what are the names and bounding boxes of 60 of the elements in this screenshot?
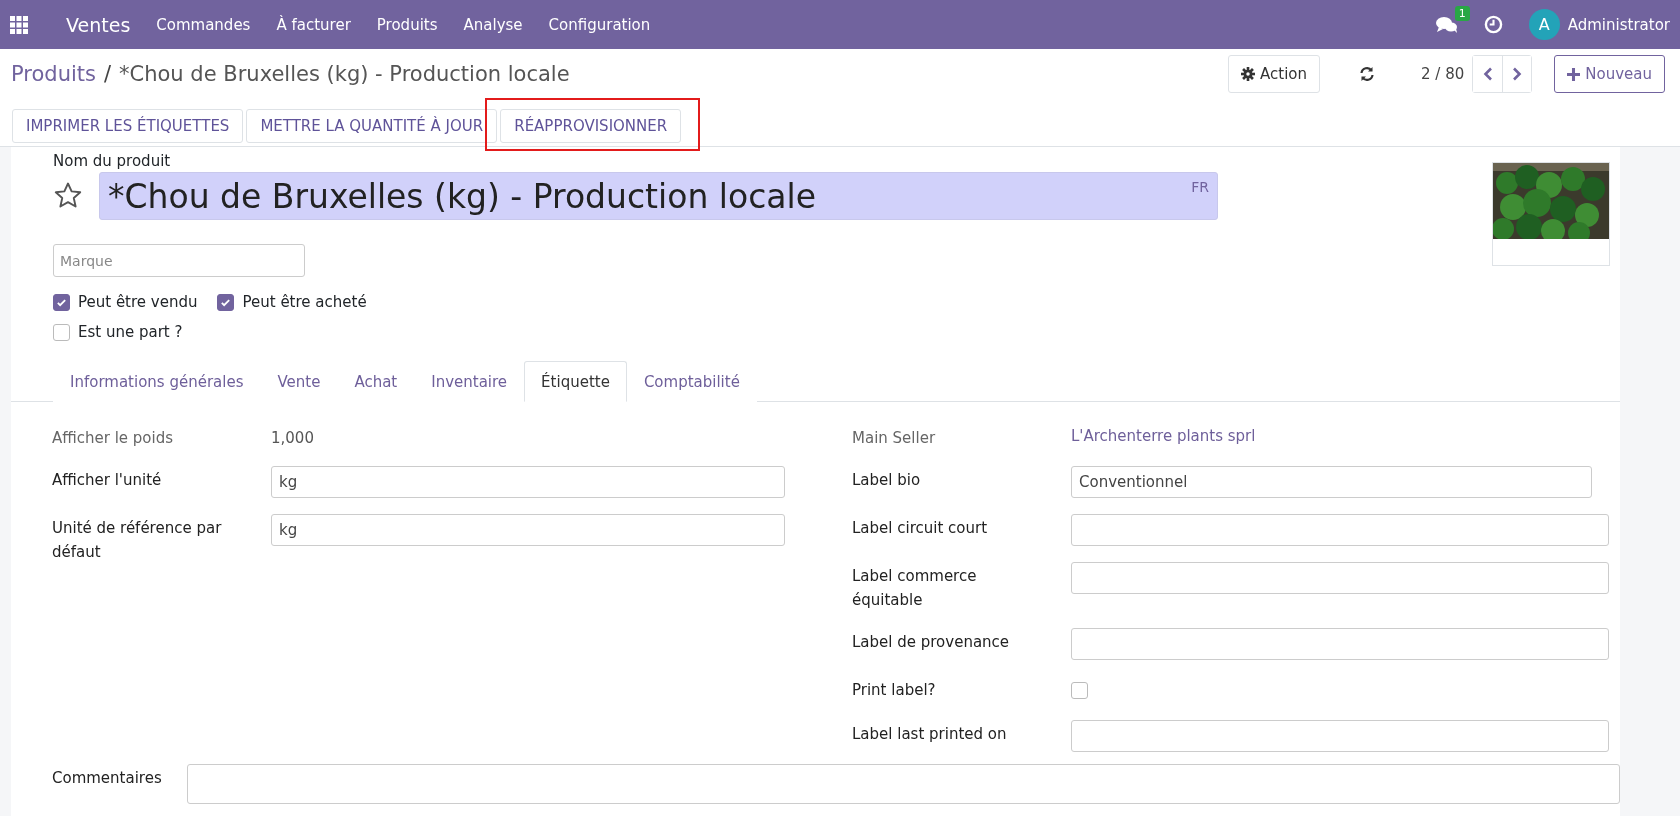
menu-item[interactable]: Configuration (548, 15, 651, 34)
comments-field[interactable] (187, 764, 1620, 804)
chevron-right-icon (1512, 67, 1523, 81)
field-label: Unité de référence par défaut (52, 518, 223, 563)
chat-icon[interactable] (1435, 15, 1458, 34)
user-avatar[interactable]: A (1528, 9, 1560, 40)
checkbox-label: Peut être vendu (78, 293, 198, 311)
menu-item[interactable]: Analyse (463, 15, 523, 34)
apps-grid-icon[interactable] (10, 15, 28, 34)
action-button[interactable]: IMPRIMER LES ÉTIQUETTES (12, 109, 244, 143)
clock-icon[interactable] (1483, 15, 1503, 34)
next-button[interactable] (1502, 56, 1532, 92)
pager-value: 2 / 80 (1421, 65, 1465, 83)
field-label: Label circuit court (852, 518, 989, 539)
breadcrumb-link[interactable]: Produits (11, 62, 96, 86)
breadcrumb-separator: / (103, 62, 112, 86)
input-field[interactable] (1071, 720, 1609, 752)
checkbox[interactable] (53, 293, 70, 311)
action-button[interactable]: RÉAPPROVISIONNER (500, 109, 682, 143)
field-label: Nom du produit (53, 152, 172, 170)
message-count: 1 (1454, 5, 1470, 21)
tab[interactable]: Étiquette (524, 361, 627, 402)
field-label: Label de provenance (852, 632, 1011, 653)
action-button[interactable]: Action (1228, 55, 1321, 93)
field-label: Label bio (852, 470, 922, 491)
input-field[interactable] (1071, 628, 1609, 660)
field-label: Label commerce équitable (852, 566, 978, 611)
checkbox[interactable] (53, 323, 70, 341)
field-label: Afficher l'unité (52, 470, 163, 491)
checkbox-label: Est une part ? (78, 323, 183, 341)
field-label: Print label? (852, 680, 937, 701)
checkbox[interactable] (1071, 681, 1088, 699)
action-button[interactable]: METTRE LA QUANTITÉ À JOUR (246, 109, 498, 143)
gear-icon (1241, 67, 1256, 81)
menu-item[interactable]: À facturer (276, 15, 351, 34)
chevron-left-icon (1482, 67, 1493, 81)
menu-item[interactable]: Produits (376, 15, 438, 34)
user-name[interactable]: Administrator (1567, 15, 1670, 34)
language-tag[interactable]: FR (1191, 179, 1209, 195)
refresh-icon[interactable] (1359, 66, 1376, 82)
input-field[interactable] (1071, 562, 1609, 594)
checkbox-label: Peut être acheté (242, 293, 367, 311)
app-name[interactable]: Ventes (66, 13, 131, 36)
field-label: Main Seller (852, 428, 937, 449)
field-label: Commentaires (52, 768, 163, 789)
input-field[interactable]: kg (271, 514, 785, 546)
new-button[interactable]: Nouveau (1554, 55, 1665, 93)
field-value: 1,000 (271, 428, 315, 449)
breadcrumb-current: *Chou de Bruxelles (kg) - Production locale (119, 62, 570, 86)
seller-link[interactable]: L'Archenterre plants sprl (1071, 425, 1256, 445)
checkbox[interactable] (217, 293, 235, 311)
brand-field[interactable]: Marque (53, 244, 305, 277)
select-field[interactable]: Conventionnel (1071, 466, 1593, 498)
plus-icon (1567, 67, 1581, 81)
input-field[interactable]: kg (271, 466, 785, 498)
field-label: Label last printed on (852, 724, 1008, 745)
input-field[interactable] (1071, 514, 1609, 546)
field-label: Afficher le poids (52, 428, 175, 449)
menu-item[interactable]: Commandes (156, 15, 251, 34)
product-name-field[interactable]: *Chou de Bruxelles (kg) - Production locale FR (99, 172, 1218, 220)
